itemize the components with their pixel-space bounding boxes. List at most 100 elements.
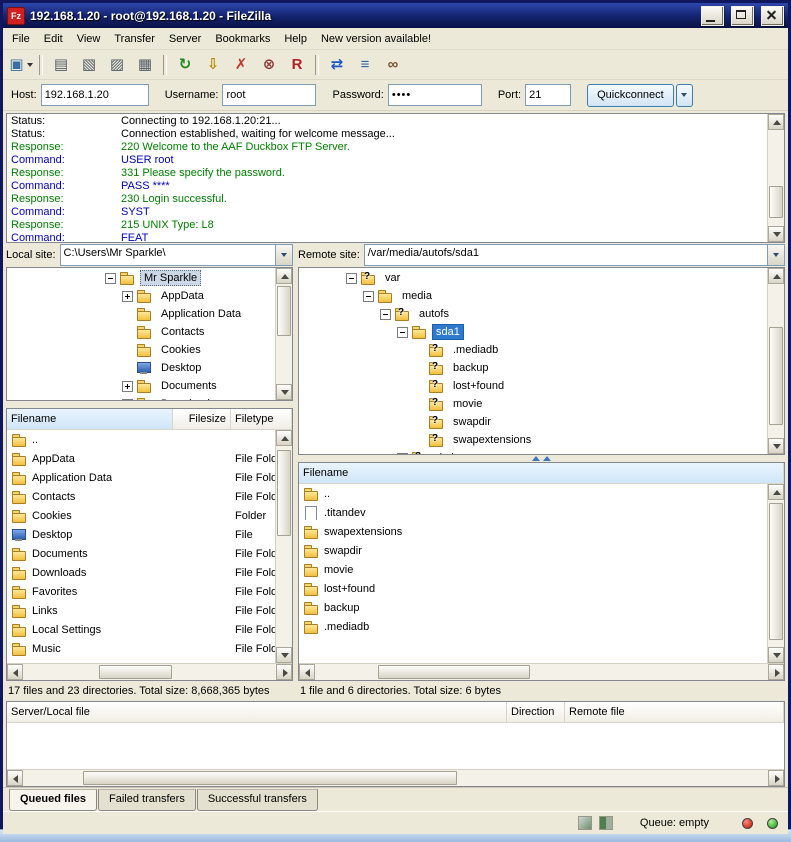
quickconnect-button[interactable]: Quickconnect <box>587 84 674 107</box>
tree-item-dvd[interactable]: ?dvd <box>299 449 768 455</box>
vertical-scrollbar[interactable] <box>275 268 292 400</box>
scrollbar-track[interactable] <box>768 130 784 226</box>
collapse-minus-icon[interactable] <box>346 273 357 284</box>
file-row-links[interactable]: LinksFile Folder <box>7 601 276 620</box>
file-row-desktop[interactable]: DesktopFile <box>7 525 276 544</box>
disconnect-button[interactable]: ⊗ <box>255 52 283 78</box>
vertical-scrollbar[interactable] <box>767 268 784 454</box>
toggle-message-log-button[interactable]: ▤ <box>47 52 75 78</box>
tree-item-var[interactable]: ?var <box>299 269 768 287</box>
tree-item-movie[interactable]: ?movie <box>299 395 768 413</box>
speed-limits-icon[interactable] <box>599 816 613 830</box>
scroll-down-arrow-icon[interactable] <box>276 384 292 400</box>
collapse-minus-icon[interactable] <box>363 291 374 302</box>
remote-site-dropdown-button[interactable] <box>767 245 784 265</box>
encryption-status-icon[interactable] <box>578 816 592 830</box>
tab-failed-transfers[interactable]: Failed transfers <box>98 789 196 811</box>
scroll-left-arrow-icon[interactable] <box>299 664 315 680</box>
local-list-body[interactable]: ..AppDataFile FolderApplication DataFile… <box>7 430 292 663</box>
vertical-scrollbar[interactable] <box>767 484 784 663</box>
menu-item-edit[interactable]: Edit <box>37 30 70 48</box>
scroll-up-arrow-icon[interactable] <box>276 268 292 284</box>
file-row-documents[interactable]: DocumentsFile Folder <box>7 544 276 563</box>
file-row-swapextensions[interactable]: swapextensions <box>299 522 768 541</box>
maximize-button[interactable] <box>731 6 754 26</box>
menu-item-view[interactable]: View <box>70 30 108 48</box>
toggle-local-tree-button[interactable]: ▧ <box>75 52 103 78</box>
column-header-filename[interactable]: Filename <box>7 409 173 429</box>
remote-site-combo[interactable]: /var/media/autofs/sda1 <box>364 244 785 266</box>
horizontal-scrollbar[interactable] <box>7 663 292 680</box>
password-input[interactable] <box>388 84 482 106</box>
column-header-remote-file[interactable]: Remote file <box>565 702 784 722</box>
toggle-transfer-queue-button[interactable]: ▦ <box>131 52 159 78</box>
scroll-right-arrow-icon[interactable] <box>768 664 784 680</box>
column-header-filetype[interactable]: Filetype <box>231 409 292 429</box>
tree-item-swapdir[interactable]: ?swapdir <box>299 413 768 431</box>
scrollbar-track[interactable] <box>768 500 784 647</box>
scroll-right-arrow-icon[interactable] <box>276 664 292 680</box>
file-row-appdata[interactable]: AppDataFile Folder <box>7 449 276 468</box>
toggle-remote-tree-button[interactable]: ▨ <box>103 52 131 78</box>
horizontal-scrollbar[interactable] <box>7 769 784 786</box>
menu-item-server[interactable]: Server <box>162 30 208 48</box>
tree-item-application-data[interactable]: Application Data <box>7 305 276 323</box>
scroll-down-arrow-icon[interactable] <box>768 647 784 663</box>
file-row-swapdir[interactable]: swapdir <box>299 541 768 560</box>
minimize-button[interactable] <box>701 6 724 26</box>
tab-queued-files[interactable]: Queued files <box>9 789 97 811</box>
scrollbar-track[interactable] <box>23 770 768 786</box>
file-row-contacts[interactable]: ContactsFile Folder <box>7 487 276 506</box>
scroll-up-arrow-icon[interactable] <box>768 114 784 130</box>
file-row-backup[interactable]: backup <box>299 598 768 617</box>
file-row-favorites[interactable]: FavoritesFile Folder <box>7 582 276 601</box>
find-files-button[interactable]: ∞ <box>379 52 407 78</box>
vertical-scrollbar[interactable] <box>767 114 784 242</box>
tree-item-backup[interactable]: ?backup <box>299 359 768 377</box>
scrollbar-thumb[interactable] <box>277 450 291 536</box>
column-header-filename[interactable]: Filename <box>299 463 784 483</box>
menu-item-new-version-available[interactable]: New version available! <box>314 30 438 48</box>
expand-plus-icon[interactable] <box>397 453 408 456</box>
reconnect-button[interactable]: R <box>283 52 311 78</box>
collapse-minus-icon[interactable] <box>380 309 391 320</box>
scrollbar-thumb[interactable] <box>83 771 458 785</box>
scrollbar-thumb[interactable] <box>769 186 783 219</box>
tree-item-contacts[interactable]: Contacts <box>7 323 276 341</box>
file-row-item[interactable]: .. <box>299 484 768 503</box>
scrollbar-thumb[interactable] <box>99 665 172 679</box>
scrollbar-track[interactable] <box>276 284 292 384</box>
scrollbar-thumb[interactable] <box>277 286 291 336</box>
synchronized-browsing-button[interactable]: ⇄ <box>323 52 351 78</box>
directory-comparison-button[interactable]: ≡ <box>351 52 379 78</box>
file-row-cookies[interactable]: CookiesFolder <box>7 506 276 525</box>
host-input[interactable] <box>41 84 149 106</box>
cancel-button[interactable]: ✗ <box>227 52 255 78</box>
file-row-music[interactable]: MusicFile Folder <box>7 639 276 658</box>
file-row-local-settings[interactable]: Local SettingsFile Folder <box>7 620 276 639</box>
tree-item-documents[interactable]: Documents <box>7 377 276 395</box>
scrollbar-track[interactable] <box>768 284 784 438</box>
menu-item-file[interactable]: File <box>5 30 37 48</box>
tree-item-sda1[interactable]: sda1 <box>299 323 768 341</box>
horizontal-scrollbar[interactable] <box>299 663 784 680</box>
scroll-left-arrow-icon[interactable] <box>7 664 23 680</box>
tree-item-media[interactable]: media <box>299 287 768 305</box>
tree-item-cookies[interactable]: Cookies <box>7 341 276 359</box>
local-directory-tree[interactable]: Mr SparkleAppDataApplication DataContact… <box>6 267 293 401</box>
column-header-direction[interactable]: Direction <box>507 702 565 722</box>
scroll-down-arrow-icon[interactable] <box>276 647 292 663</box>
file-row-downloads[interactable]: DownloadsFile Folder <box>7 563 276 582</box>
menu-item-transfer[interactable]: Transfer <box>107 30 162 48</box>
local-pane-splitter[interactable] <box>6 401 293 408</box>
scrollbar-thumb[interactable] <box>769 327 783 424</box>
queue-body[interactable] <box>7 723 784 769</box>
collapse-minus-icon[interactable] <box>397 327 408 338</box>
scrollbar-thumb[interactable] <box>769 503 783 640</box>
scrollbar-track[interactable] <box>315 664 768 680</box>
scrollbar-thumb[interactable] <box>378 665 529 679</box>
menu-item-bookmarks[interactable]: Bookmarks <box>208 30 277 48</box>
tree-item-desktop[interactable]: Desktop <box>7 359 276 377</box>
port-input[interactable] <box>525 84 571 106</box>
message-log[interactable]: Status:Connecting to 192.168.1.20:21...S… <box>6 113 785 243</box>
